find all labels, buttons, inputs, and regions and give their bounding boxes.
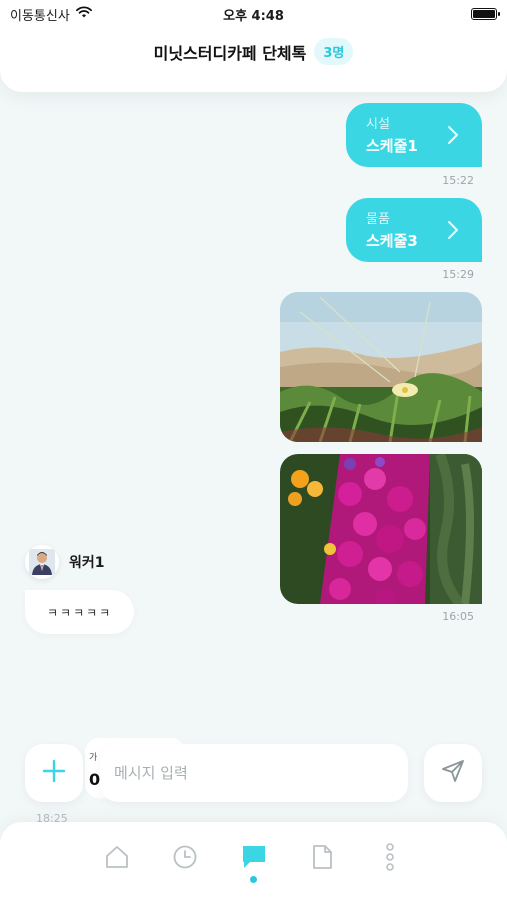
schedule-category: 시설: [366, 117, 390, 132]
tab-home[interactable]: [102, 844, 132, 874]
tab-documents[interactable]: [307, 844, 337, 874]
plus-icon: [42, 759, 66, 787]
schedule-name: 스케줄3: [366, 232, 418, 250]
sender-row: 워커1: [25, 545, 105, 579]
document-icon: [310, 844, 334, 874]
clock-icon: [172, 844, 198, 874]
overlay-card-label: 가: [89, 753, 98, 763]
add-attachment-button[interactable]: [25, 744, 83, 802]
status-time: 오후 4:48: [223, 8, 284, 24]
avatar[interactable]: [25, 545, 59, 579]
active-tab-indicator: [250, 876, 257, 883]
carrier-name: 이동통신사: [10, 8, 70, 24]
schedule-message-bubble[interactable]: 시설 스케줄1: [346, 103, 482, 167]
photo-message-dunes[interactable]: [280, 292, 482, 442]
schedule-name: 스케줄1: [366, 137, 418, 155]
overlay-card-value: 0: [89, 770, 101, 789]
message-time: 15:22: [442, 174, 474, 187]
sender-name: 워커1: [69, 555, 105, 571]
wifi-icon: [75, 6, 92, 22]
message-time: 15:29: [442, 268, 474, 281]
bottom-tab-bar: [0, 822, 507, 900]
photo-message-flowers[interactable]: [280, 454, 482, 604]
chat-icon: [240, 843, 268, 875]
chevron-right-icon: [446, 218, 460, 242]
tab-chat[interactable]: [239, 844, 269, 874]
schedule-message-bubble[interactable]: 물품 스케줄3: [346, 198, 482, 262]
more-vertical-icon: [384, 843, 396, 875]
send-icon: [440, 758, 466, 788]
schedule-category: 물품: [366, 212, 390, 227]
member-count-badge[interactable]: 3명: [314, 38, 354, 65]
status-bar: 이동통신사 오후 4:48: [0, 0, 507, 28]
chat-title: 미닛스터디카페 단체톡: [153, 43, 307, 63]
chevron-right-icon: [446, 123, 460, 147]
header-title-row: 미닛스터디카페 단체톡 3명: [0, 38, 507, 65]
home-icon: [104, 844, 130, 874]
battery-icon: [471, 8, 500, 20]
incoming-message-bubble: ㅋㅋㅋㅋㅋ: [25, 590, 135, 634]
chat-messages[interactable]: 시설 스케줄1 15:22 물품 스케줄3 15:29 16:05: [0, 92, 507, 822]
message-input[interactable]: [100, 744, 408, 802]
tab-history[interactable]: [170, 844, 200, 874]
send-button[interactable]: [424, 744, 482, 802]
tab-more[interactable]: [375, 843, 405, 875]
message-time: 16:05: [442, 610, 474, 623]
